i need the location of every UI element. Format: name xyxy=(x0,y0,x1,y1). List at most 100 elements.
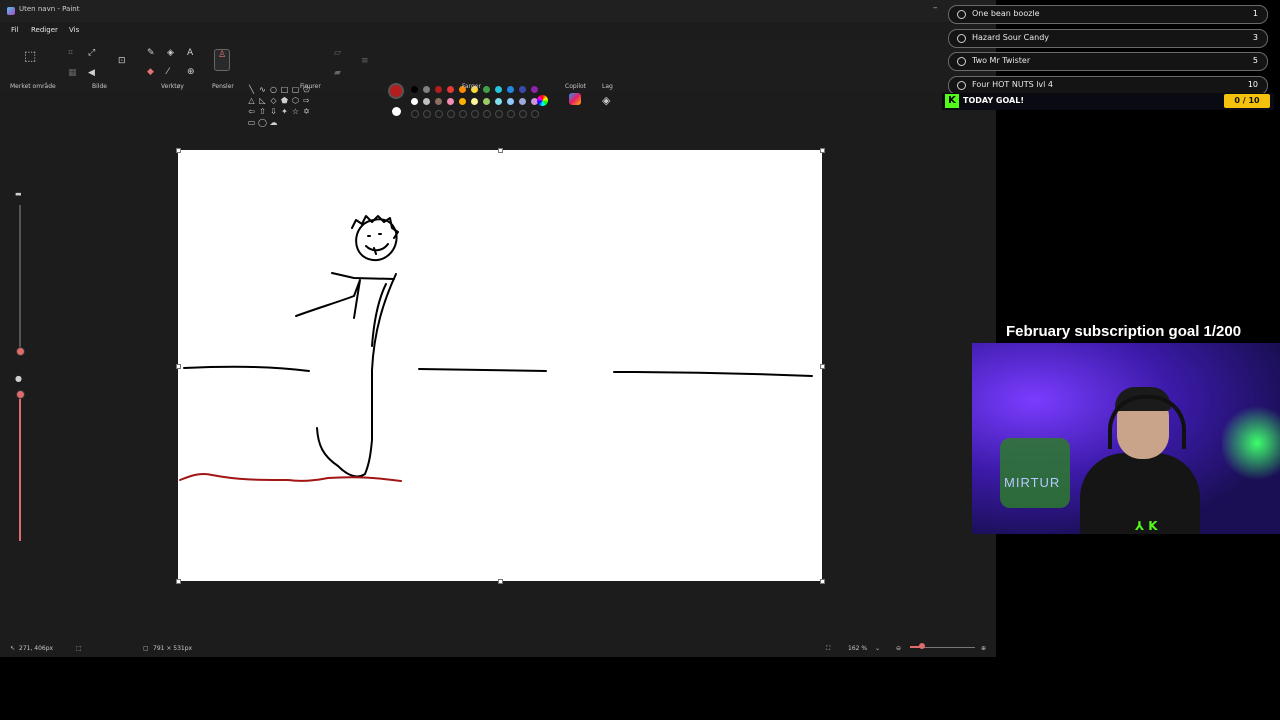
custom-color-slot[interactable] xyxy=(471,110,479,118)
goal-check-icon xyxy=(957,10,966,19)
cloud-shape-icon[interactable]: ☁ xyxy=(268,117,279,128)
zoom-dropdown-icon[interactable]: ⌄ xyxy=(875,645,880,652)
triangle-shape-icon[interactable]: △ xyxy=(246,95,257,106)
shape-outline-icon[interactable]: ▱ xyxy=(334,48,341,58)
palette-swatch[interactable] xyxy=(507,98,514,105)
line-shape-icon[interactable]: ╲ xyxy=(246,84,257,95)
edit-colors-icon[interactable] xyxy=(537,95,548,106)
custom-color-slot[interactable] xyxy=(531,110,539,118)
canvas-handle[interactable] xyxy=(820,148,825,153)
shape-size-icon[interactable]: ≡ xyxy=(361,56,369,66)
hexagon-shape-icon[interactable]: ⬡ xyxy=(290,95,301,106)
brush-size-slider[interactable] xyxy=(19,205,21,350)
canvas-handle[interactable] xyxy=(176,579,181,584)
menu-view[interactable]: Vis xyxy=(69,26,79,34)
canvas-handle[interactable] xyxy=(498,148,503,153)
crop-icon[interactable]: ⌗ xyxy=(68,48,73,58)
star4-shape-icon[interactable]: ✦ xyxy=(279,106,290,117)
palette-swatch[interactable] xyxy=(519,98,526,105)
custom-color-slot[interactable] xyxy=(519,110,527,118)
pentagon-shape-icon[interactable]: ⬟ xyxy=(279,95,290,106)
arrow-down-shape-icon[interactable]: ⇩ xyxy=(268,106,279,117)
custom-color-slot[interactable] xyxy=(447,110,455,118)
palette-swatch[interactable] xyxy=(423,86,430,93)
zoom-slider-thumb[interactable] xyxy=(919,643,925,649)
zoom-level[interactable]: 162 % xyxy=(848,645,867,652)
palette-swatch[interactable] xyxy=(531,86,538,93)
palette-swatch[interactable] xyxy=(423,98,430,105)
custom-color-slot[interactable] xyxy=(435,110,443,118)
right-triangle-shape-icon[interactable]: ◺ xyxy=(257,95,268,106)
canvas-handle[interactable] xyxy=(176,148,181,153)
palette-swatch[interactable] xyxy=(435,86,442,93)
canvas-handle[interactable] xyxy=(498,579,503,584)
menu-edit[interactable]: Rediger xyxy=(31,26,58,34)
diamond-shape-icon[interactable]: ◇ xyxy=(268,95,279,106)
palette-swatch[interactable] xyxy=(471,98,478,105)
opacity-thumb[interactable] xyxy=(16,390,25,399)
eraser-icon[interactable]: ◆ xyxy=(147,67,154,77)
canvas-handle[interactable] xyxy=(176,364,181,369)
custom-color-slot[interactable] xyxy=(507,110,515,118)
rectangle-shape-icon[interactable]: □ xyxy=(279,84,290,95)
image-select-icon[interactable]: ⊡ xyxy=(118,56,126,66)
custom-color-slot[interactable] xyxy=(495,110,503,118)
copilot-icon[interactable] xyxy=(569,93,581,105)
palette-swatch[interactable] xyxy=(495,86,502,93)
palette-swatch[interactable] xyxy=(495,98,502,105)
menu-file[interactable]: Fil xyxy=(11,26,18,34)
callout-oval-shape-icon[interactable]: ◯ xyxy=(257,117,268,128)
oval-shape-icon[interactable]: ○ xyxy=(268,84,279,95)
palette-swatch[interactable] xyxy=(519,86,526,93)
group-colors-label: Farger xyxy=(462,83,481,90)
canvas-size-icon: ▢ xyxy=(143,645,149,652)
drawing-canvas[interactable] xyxy=(178,150,822,581)
palette-swatch[interactable] xyxy=(447,98,454,105)
palette-swatch[interactable] xyxy=(435,98,442,105)
resize-icon[interactable]: ⤢ xyxy=(88,48,95,58)
palette-swatch[interactable] xyxy=(411,98,418,105)
rotate-icon[interactable]: ◀ xyxy=(88,68,95,78)
layers-icon[interactable]: ◈ xyxy=(602,94,610,107)
opacity-slider[interactable] xyxy=(19,395,21,541)
palette-swatch[interactable] xyxy=(447,86,454,93)
palette-swatch[interactable] xyxy=(483,86,490,93)
palette-swatch[interactable] xyxy=(483,98,490,105)
custom-color-slot[interactable] xyxy=(459,110,467,118)
magnifier-icon[interactable]: ⊕ xyxy=(187,67,195,77)
ribbon: ⬚ Merket område ⌗ ⤢ ▦ ◀ ⊡ Bilde ✎ ◈ A ◆ … xyxy=(0,40,996,127)
status-bar: ↖ 271, 406px ⬚ ▢ 791 × 531px ⛶ 162 % ⌄ ⊖… xyxy=(0,640,996,656)
star5-shape-icon[interactable]: ☆ xyxy=(290,106,301,117)
arrow-right-shape-icon[interactable]: ⇨ xyxy=(301,95,312,106)
image-icon[interactable]: ▦ xyxy=(68,68,77,78)
pencil-icon[interactable]: ✎ xyxy=(147,48,155,58)
palette-swatch[interactable] xyxy=(459,98,466,105)
text-icon[interactable]: A xyxy=(187,48,193,58)
custom-color-slot[interactable] xyxy=(483,110,491,118)
palette-swatch[interactable] xyxy=(507,86,514,93)
custom-color-slot[interactable] xyxy=(423,110,431,118)
minimize-button[interactable]: – xyxy=(933,3,938,13)
brush-icon[interactable]: ♙ xyxy=(214,49,230,71)
star6-shape-icon[interactable]: ✡ xyxy=(301,106,312,117)
color-2-swatch[interactable] xyxy=(392,107,401,116)
shape-fill-icon[interactable]: ▰ xyxy=(334,68,341,78)
palette-swatch[interactable] xyxy=(411,86,418,93)
fit-to-window-icon[interactable]: ⛶ xyxy=(826,645,830,653)
color-picker-icon[interactable]: ⁄ xyxy=(167,67,169,77)
goal-check-icon xyxy=(957,57,966,66)
zoom-out-icon[interactable]: ⊖ xyxy=(896,645,901,652)
color-1-swatch[interactable] xyxy=(390,85,402,97)
selection-icon[interactable]: ⬚ xyxy=(24,50,36,63)
curve-shape-icon[interactable]: ∿ xyxy=(257,84,268,95)
brush-size-thumb[interactable] xyxy=(16,347,25,356)
canvas-handle[interactable] xyxy=(820,364,825,369)
callout-rect-shape-icon[interactable]: ▭ xyxy=(246,117,257,128)
fill-icon[interactable]: ◈ xyxy=(167,48,174,58)
canvas-handle[interactable] xyxy=(820,579,825,584)
shapes-gallery[interactable]: ╲ ∿ ○ □ ▢ ⬠ △ ◺ ◇ ⬟ ⬡ ⇨ ⇦ ⇧ ⇩ ✦ ☆ ✡ ▭ ◯ ☁ xyxy=(246,84,322,128)
zoom-in-icon[interactable]: ⊕ xyxy=(981,645,986,652)
arrow-left-shape-icon[interactable]: ⇦ xyxy=(246,106,257,117)
custom-color-slot[interactable] xyxy=(411,110,419,118)
arrow-up-shape-icon[interactable]: ⇧ xyxy=(257,106,268,117)
